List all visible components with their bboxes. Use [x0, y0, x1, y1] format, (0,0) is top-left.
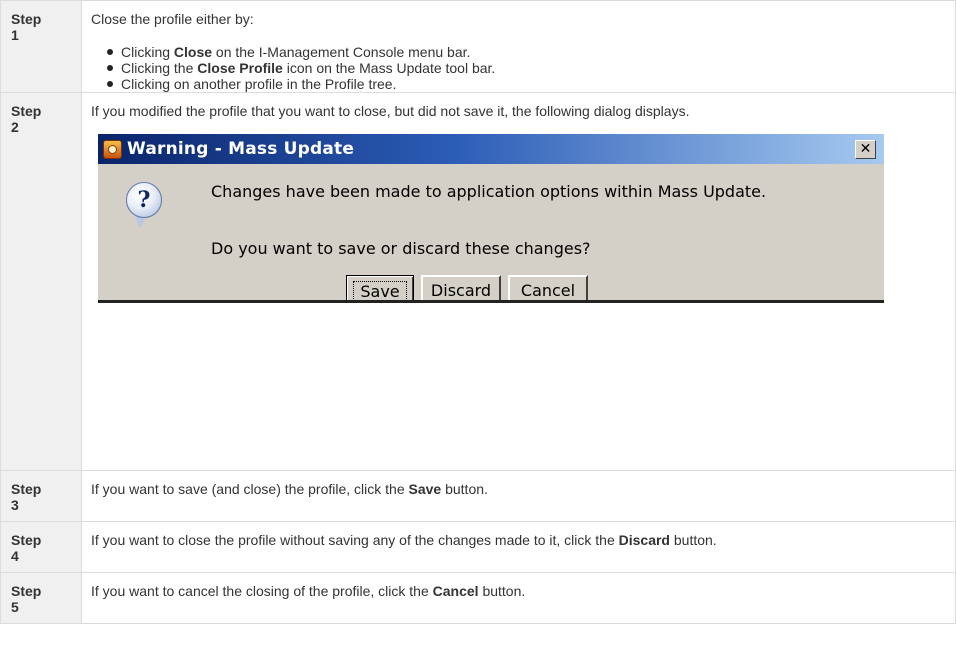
steps-table: Step 1 Close the profile either by: Click… — [0, 0, 956, 624]
step-row-5: Step 5 If you want to cancel the closing … — [0, 572, 956, 624]
question-balloon-icon: ? — [126, 182, 162, 218]
step-row-2: Step 2 If you modified the profile that y… — [0, 92, 956, 471]
step-2-text: If you modified the profile that you wan… — [91, 103, 690, 119]
step-label-1: Step 1 — [0, 0, 82, 93]
save-button[interactable]: Save — [346, 275, 414, 300]
step-row-4: Step 4 If you want to close the profile w… — [0, 521, 956, 573]
mass-update-app-icon — [103, 140, 122, 159]
step-content-3: If you want to save (and close) the prof… — [81, 470, 956, 522]
cancel-button[interactable]: Cancel — [508, 275, 588, 300]
dialog-titlebar[interactable]: Warning - Mass Update ✕ — [98, 134, 884, 164]
step-label-2: Step 2 — [0, 92, 82, 471]
step-label-5: Step 5 — [0, 572, 82, 624]
list-item: Clicking on another profile in the Profi… — [107, 76, 945, 92]
step-number: 2 — [11, 119, 19, 135]
list-item: Clicking Close on the I-Management Conso… — [107, 44, 945, 60]
step-content-4: If you want to close the profile without… — [81, 521, 956, 573]
step-number: 1 — [11, 27, 19, 43]
step-number: 4 — [11, 548, 19, 564]
close-options-list: Clicking Close on the I-Management Conso… — [91, 44, 945, 92]
step-1-intro: Close the profile either by: — [91, 11, 254, 27]
step-number: 5 — [11, 599, 19, 615]
list-item: Clicking the Close Profile icon on the M… — [107, 60, 945, 76]
step-content-2: If you modified the profile that you wan… — [81, 92, 956, 471]
step-label-3: Step 3 — [0, 470, 82, 522]
discard-button[interactable]: Discard — [421, 275, 501, 300]
step-row-3: Step 3 If you want to save (and close) th… — [0, 470, 956, 522]
step-content-5: If you want to cancel the closing of the… — [81, 572, 956, 624]
step-word: Step — [11, 532, 42, 548]
dialog-message: Changes have been made to application op… — [211, 182, 767, 201]
step-content-1: Close the profile either by: Clicking Cl… — [81, 0, 956, 93]
step-row-1: Step 1 Close the profile either by: Click… — [0, 0, 956, 93]
dialog-prompt: Do you want to save or discard these cha… — [211, 239, 591, 258]
step-number: 3 — [11, 497, 19, 513]
step-word: Step — [11, 103, 42, 119]
warning-dialog: Warning - Mass Update ✕ ? Changes have b… — [98, 134, 884, 303]
step-label-4: Step 4 — [0, 521, 82, 573]
step-word: Step — [11, 481, 42, 497]
step-word: Step — [11, 11, 42, 27]
dialog-title: Warning - Mass Update — [127, 139, 355, 159]
step-word: Step — [11, 583, 42, 599]
close-icon[interactable]: ✕ — [855, 140, 876, 159]
